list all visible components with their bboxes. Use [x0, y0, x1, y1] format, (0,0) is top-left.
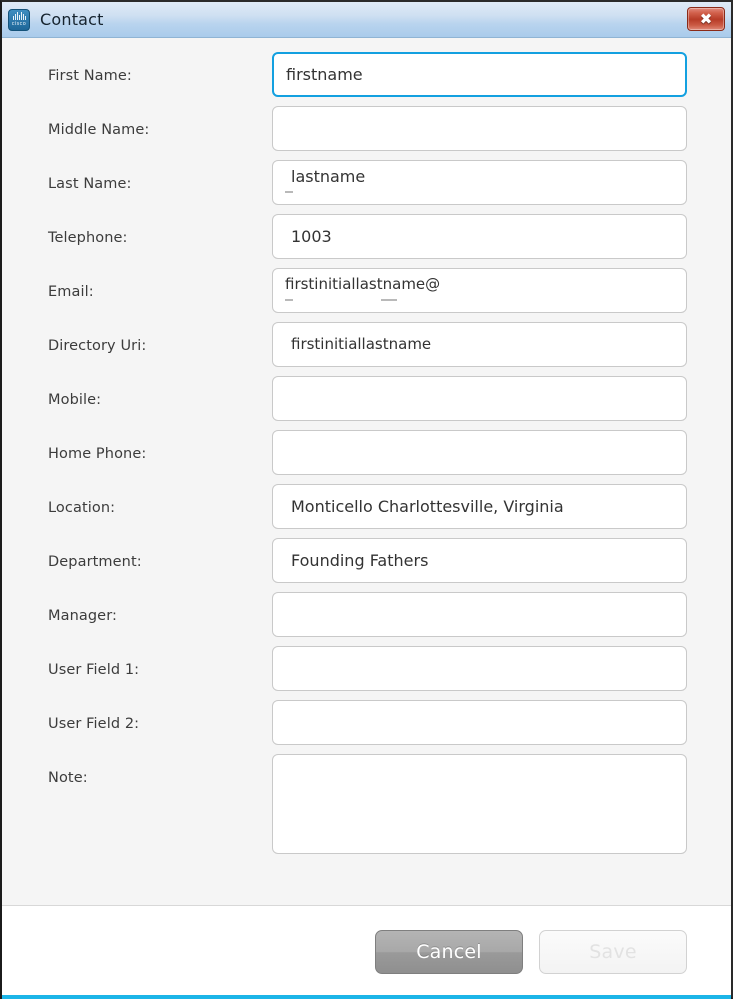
form-row-last-name: Last Name: lastname: [2, 160, 731, 214]
contact-form: First Name: firstname Middle Name: Last …: [2, 38, 731, 905]
cisco-wordmark: cisco: [11, 21, 27, 27]
save-button-label: Save: [589, 940, 637, 963]
input-middle-name[interactable]: [272, 106, 687, 151]
input-directory-uri-value: firstinitiallastname: [291, 335, 432, 353]
label-email: Email:: [48, 284, 94, 300]
label-middle-name: Middle Name:: [48, 122, 150, 138]
input-manager[interactable]: [272, 592, 687, 637]
input-location-value: Monticello Charlottesville, Virginia: [291, 496, 564, 516]
input-telephone[interactable]: 1003: [272, 214, 687, 259]
form-row-user-field-1: User Field 1:: [2, 646, 731, 700]
contact-dialog-window: cisco Contact ✖ First Name: firstname Mi…: [0, 0, 733, 999]
bottom-accent-bar: [2, 995, 731, 999]
render-artifact: [285, 299, 293, 301]
input-department-value: Founding Fathers: [291, 550, 429, 570]
input-email-value: firstinitiallastname@: [285, 275, 441, 293]
dialog-footer: Cancel Save: [2, 905, 731, 999]
input-first-name-value: firstname: [286, 64, 363, 84]
render-artifact: [285, 191, 293, 193]
form-row-home-phone: Home Phone:: [2, 430, 731, 484]
label-telephone: Telephone:: [48, 230, 128, 246]
input-first-name[interactable]: firstname: [272, 52, 687, 97]
form-row-first-name: First Name: firstname: [2, 52, 731, 106]
input-last-name-value: lastname: [291, 166, 366, 186]
input-home-phone[interactable]: [272, 430, 687, 475]
label-last-name: Last Name:: [48, 176, 132, 192]
label-department: Department:: [48, 554, 142, 570]
form-row-note: Note:: [2, 754, 731, 854]
close-icon: ✖: [699, 9, 713, 28]
form-row-user-field-2: User Field 2:: [2, 700, 731, 754]
title-bar: cisco Contact ✖: [2, 2, 731, 38]
cisco-logo-icon: cisco: [8, 8, 30, 31]
close-button[interactable]: ✖: [687, 7, 725, 31]
label-first-name: First Name:: [48, 68, 132, 84]
form-row-directory-uri: Directory Uri: firstinitiallastname: [2, 322, 731, 376]
input-telephone-value: 1003: [291, 226, 332, 246]
input-user-field-1[interactable]: [272, 646, 687, 691]
form-row-telephone: Telephone: 1003: [2, 214, 731, 268]
render-artifact: [381, 299, 397, 301]
label-location: Location:: [48, 500, 116, 516]
form-row-middle-name: Middle Name:: [2, 106, 731, 160]
label-mobile: Mobile:: [48, 392, 102, 408]
input-note[interactable]: [272, 754, 687, 854]
label-directory-uri: Directory Uri:: [48, 338, 147, 354]
label-note: Note:: [48, 770, 88, 786]
input-directory-uri[interactable]: firstinitiallastname: [272, 322, 687, 367]
label-user-field-1: User Field 1:: [48, 662, 140, 678]
window-title: Contact: [40, 10, 104, 29]
input-location[interactable]: Monticello Charlottesville, Virginia: [272, 484, 687, 529]
label-home-phone: Home Phone:: [48, 446, 147, 462]
input-last-name[interactable]: lastname: [272, 160, 687, 205]
cancel-button-label: Cancel: [416, 940, 482, 963]
form-row-mobile: Mobile:: [2, 376, 731, 430]
form-row-location: Location: Monticello Charlottesville, Vi…: [2, 484, 731, 538]
cisco-bars-glyph: [12, 12, 26, 20]
label-manager: Manager:: [48, 608, 117, 624]
form-row-manager: Manager:: [2, 592, 731, 646]
input-mobile[interactable]: [272, 376, 687, 421]
input-department[interactable]: Founding Fathers: [272, 538, 687, 583]
form-row-department: Department: Founding Fathers: [2, 538, 731, 592]
cancel-button[interactable]: Cancel: [375, 929, 523, 974]
label-user-field-2: User Field 2:: [48, 716, 140, 732]
save-button[interactable]: Save: [539, 929, 687, 974]
form-row-email: Email: firstinitiallastname@: [2, 268, 731, 322]
input-user-field-2[interactable]: [272, 700, 687, 745]
input-email[interactable]: firstinitiallastname@: [272, 268, 687, 313]
